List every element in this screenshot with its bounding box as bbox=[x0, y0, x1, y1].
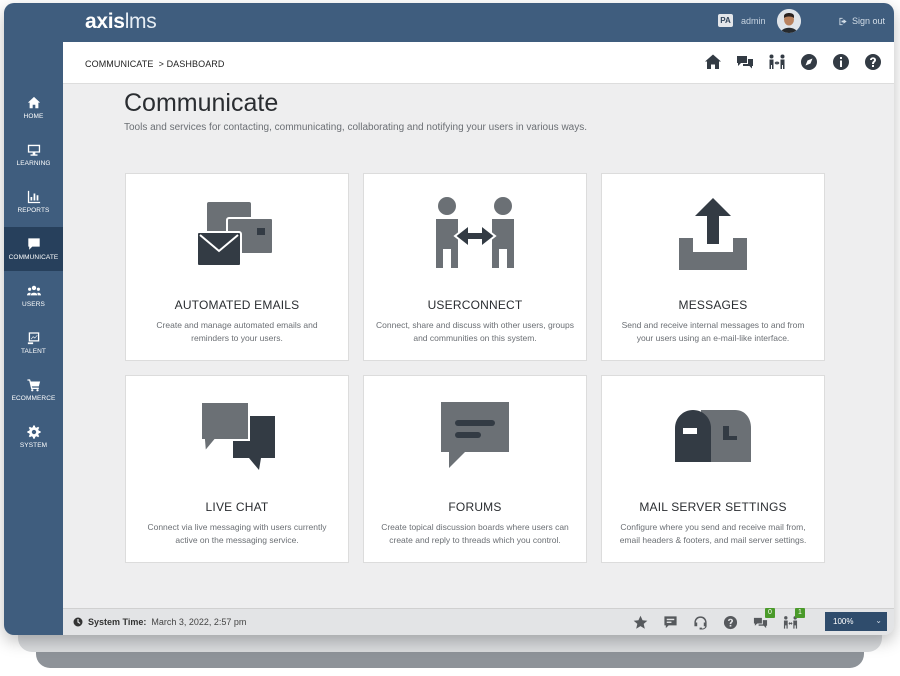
card-mail-server-settings[interactable]: MAIL SERVER SETTINGS Configure where you… bbox=[601, 375, 825, 563]
users-icon bbox=[26, 285, 41, 296]
help-button[interactable] bbox=[864, 53, 882, 71]
help-button-footer[interactable] bbox=[722, 614, 738, 630]
comment-icon bbox=[663, 615, 677, 628]
sidebar-item-label: TALENT bbox=[20, 348, 47, 355]
cart-icon bbox=[26, 379, 40, 392]
app-window: HOME LEARNING REPORTS COMMUNICATE USERS … bbox=[4, 3, 894, 635]
userconnect-icon bbox=[769, 54, 785, 69]
sidebar-item-label: LEARNING bbox=[16, 160, 51, 167]
live-chat-button[interactable]: 0 bbox=[752, 608, 775, 630]
footer-icons: 0 1 bbox=[632, 608, 805, 630]
favorites-button[interactable] bbox=[632, 614, 648, 630]
zoom-value: 100% bbox=[833, 617, 854, 626]
card-title: MAIL SERVER SETTINGS bbox=[639, 500, 787, 514]
main-content: Communicate Tools and services for conta… bbox=[63, 84, 894, 609]
card-description: Connect, share and discuss with other us… bbox=[376, 320, 574, 343]
info-button[interactable] bbox=[832, 53, 850, 71]
userconnect-shortcut-button[interactable] bbox=[768, 53, 786, 71]
card-title: LIVE CHAT bbox=[205, 500, 269, 514]
talent-icon bbox=[27, 332, 39, 345]
sidebar-item-label: COMMUNICATE bbox=[8, 254, 59, 261]
chat-bubbles-icon bbox=[737, 56, 753, 69]
headset-icon bbox=[693, 615, 707, 630]
system-time: System Time: March 3, 2022, 2:57 pm bbox=[73, 617, 246, 627]
sidebar-item-home[interactable]: HOME bbox=[4, 86, 63, 130]
card-description: Create and manage automated emails and r… bbox=[156, 320, 318, 343]
card-title: MESSAGES bbox=[678, 298, 748, 312]
support-button[interactable] bbox=[692, 614, 708, 630]
help-icon bbox=[865, 54, 881, 70]
sign-out-label: Sign out bbox=[852, 16, 886, 26]
connect-count-badge: 1 bbox=[795, 608, 805, 618]
help-icon bbox=[723, 615, 737, 629]
card-description: Configure where you send and receive mai… bbox=[619, 522, 807, 545]
brand-name-part2: lms bbox=[124, 10, 157, 33]
info-icon bbox=[833, 54, 849, 70]
compass-shortcut-button[interactable] bbox=[800, 53, 818, 71]
sidebar-item-label: SYSTEM bbox=[19, 442, 48, 449]
monitor-icon bbox=[27, 144, 40, 156]
userconnect-icon bbox=[425, 194, 525, 276]
breadcrumb[interactable]: COMMUNICATE > DASHBOARD bbox=[85, 59, 225, 69]
sidebar-item-label: HOME bbox=[23, 113, 44, 120]
home-shortcut-button[interactable] bbox=[704, 53, 722, 71]
brand-logo[interactable]: axislms bbox=[85, 10, 157, 34]
messages-upload-icon bbox=[663, 194, 763, 276]
card-description: Create topical discussion boards where u… bbox=[381, 522, 569, 545]
mailbox-icon bbox=[663, 396, 763, 478]
brand-name-part1: axis bbox=[85, 10, 125, 33]
automated-emails-icon bbox=[187, 194, 287, 276]
sidebar-item-reports[interactable]: REPORTS bbox=[4, 180, 63, 224]
chevron-down-icon: ⌄ bbox=[875, 616, 882, 625]
sign-out-icon bbox=[839, 17, 847, 25]
footer-bar: System Time: March 3, 2022, 2:57 pm 0 1 … bbox=[63, 608, 894, 635]
card-description: Send and receive internal messages to an… bbox=[621, 320, 805, 343]
card-automated-emails[interactable]: AUTOMATED EMAILS Create and manage autom… bbox=[125, 173, 349, 361]
userconnect-button-footer[interactable]: 1 bbox=[782, 608, 805, 630]
page-title: Communicate bbox=[124, 89, 279, 117]
zoom-select[interactable]: 100% ⌄ bbox=[825, 612, 887, 631]
sidebar-item-label: REPORTS bbox=[17, 207, 50, 214]
bar-chart-icon bbox=[27, 190, 40, 204]
toolbar-icons bbox=[704, 53, 882, 71]
star-icon bbox=[633, 615, 647, 629]
card-messages[interactable]: MESSAGES Send and receive internal messa… bbox=[601, 173, 825, 361]
card-userconnect[interactable]: USERCONNECT Connect, share and discuss w… bbox=[363, 173, 587, 361]
sidebar-item-communicate[interactable]: COMMUNICATE bbox=[4, 227, 63, 271]
compass-icon bbox=[801, 54, 817, 70]
system-time-value: March 3, 2022, 2:57 pm bbox=[151, 617, 247, 627]
top-bar: axislms PA admin Sign out bbox=[63, 3, 894, 42]
card-title: FORUMS bbox=[448, 500, 502, 514]
sub-bar: COMMUNICATE > DASHBOARD bbox=[63, 42, 894, 84]
chat-count-badge: 0 bbox=[765, 608, 775, 618]
user-name[interactable]: admin bbox=[741, 16, 766, 26]
avatar[interactable] bbox=[777, 9, 801, 33]
sidebar-item-system[interactable]: SYSTEM bbox=[4, 415, 63, 459]
sign-out-link[interactable]: Sign out bbox=[839, 16, 885, 26]
card-title: USERCONNECT bbox=[427, 298, 523, 312]
forums-icon bbox=[425, 396, 525, 478]
gear-icon bbox=[26, 425, 41, 439]
home-icon bbox=[705, 54, 721, 69]
card-description: Connect via live messaging with users cu… bbox=[147, 522, 327, 545]
system-time-label: System Time: bbox=[88, 617, 147, 627]
live-chat-icon bbox=[187, 396, 287, 478]
sidebar-item-users[interactable]: USERS bbox=[4, 274, 63, 318]
card-live-chat[interactable]: LIVE CHAT Connect via live messaging wit… bbox=[125, 375, 349, 563]
sidebar: HOME LEARNING REPORTS COMMUNICATE USERS … bbox=[4, 3, 63, 635]
sidebar-item-label: ECOMMERCE bbox=[11, 395, 56, 402]
sidebar-item-talent[interactable]: TALENT bbox=[4, 321, 63, 365]
chat-shortcut-button[interactable] bbox=[736, 53, 754, 71]
home-icon bbox=[27, 96, 40, 109]
clock-icon bbox=[73, 617, 83, 627]
sidebar-item-learning[interactable]: LEARNING bbox=[4, 133, 63, 177]
sidebar-item-ecommerce[interactable]: ECOMMERCE bbox=[4, 368, 63, 412]
card-forums[interactable]: FORUMS Create topical discussion boards … bbox=[363, 375, 587, 563]
feedback-button[interactable] bbox=[662, 614, 678, 630]
card-title: AUTOMATED EMAILS bbox=[174, 298, 300, 312]
chat-icon bbox=[27, 238, 40, 250]
sidebar-item-label: USERS bbox=[22, 301, 45, 308]
user-initials-badge: PA bbox=[718, 14, 733, 27]
page-description: Tools and services for contacting, commu… bbox=[124, 122, 588, 133]
